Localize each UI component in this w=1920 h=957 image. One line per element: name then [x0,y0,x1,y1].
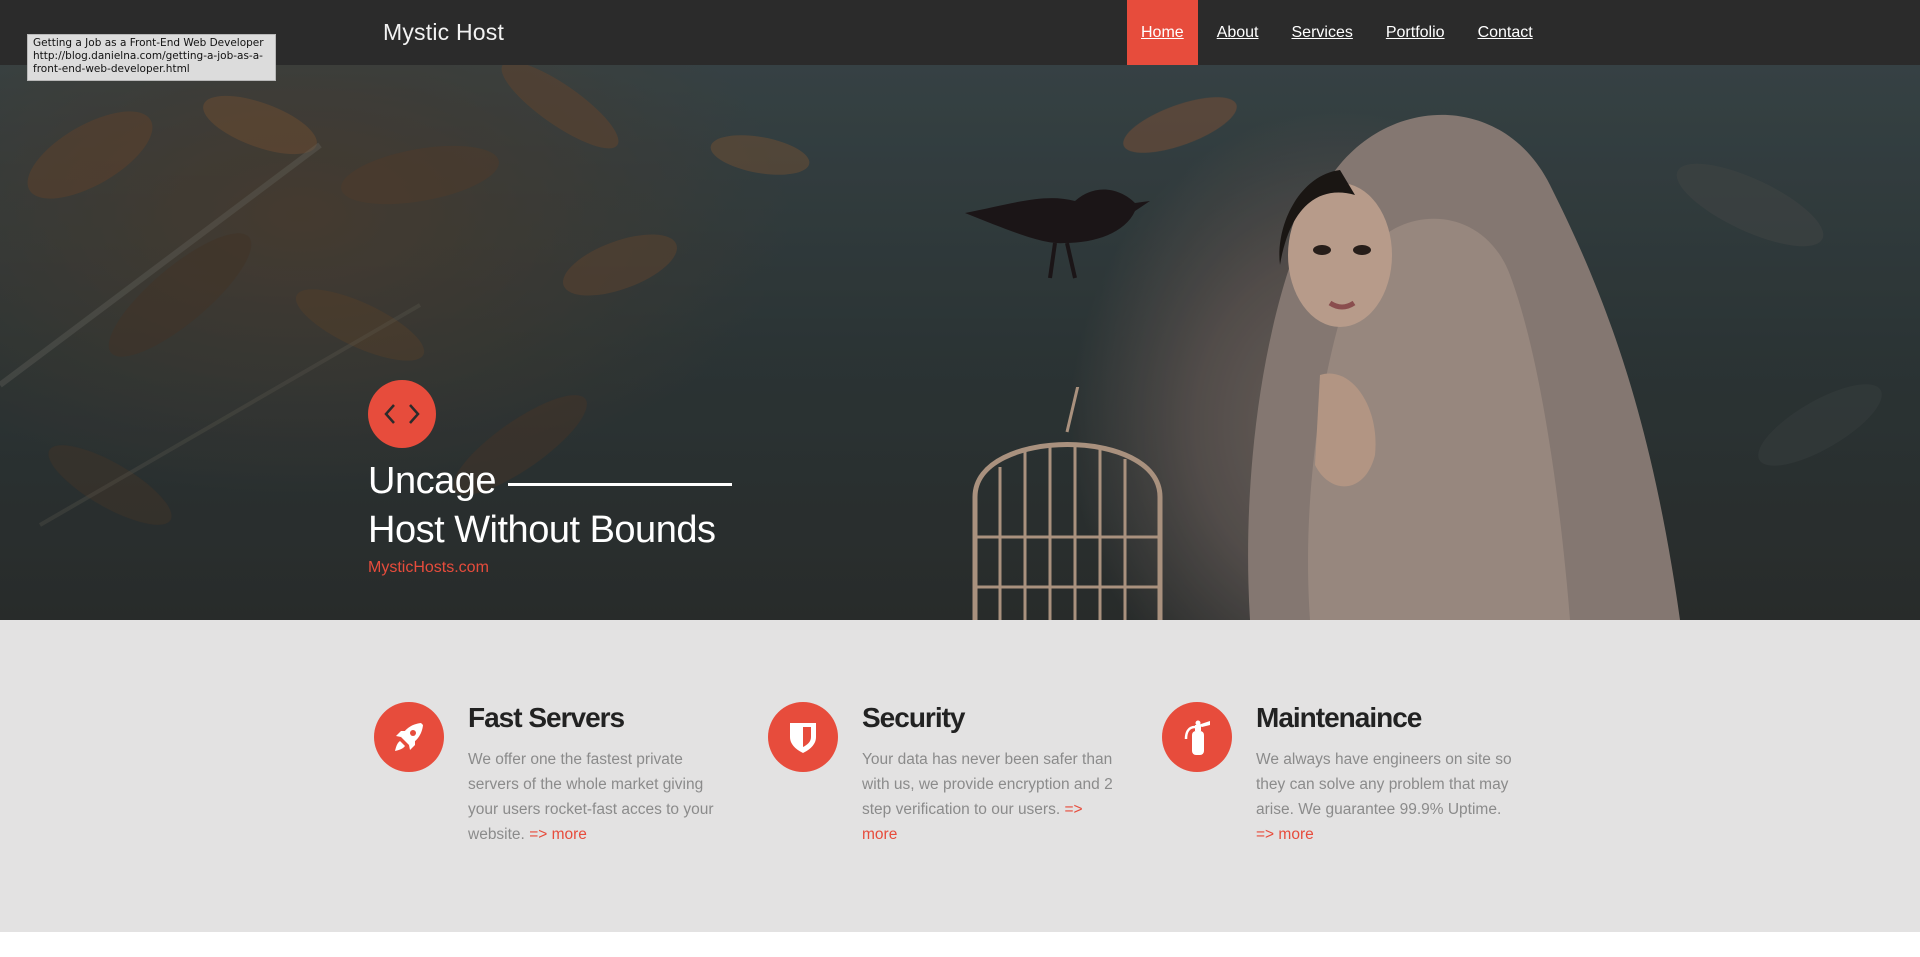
hero-heading-word: Uncage [368,460,496,502]
code-icon [368,380,436,448]
main-nav: Home About Services Portfolio Contact [1127,0,1552,65]
feature-description: We offer one the fastest private servers… [468,751,714,843]
more-link[interactable]: => more [529,826,587,843]
hero-divider [507,483,732,486]
hero-heading-line1: Uncage [368,460,732,503]
nav-about[interactable]: About [1203,0,1273,65]
tooltip-url-line2: front-end-web-developer.html [33,63,190,75]
tooltip-title: Getting a Job as a Front-End Web Develop… [33,37,264,49]
brand-logo[interactable]: Mystic Host [383,19,504,46]
shield-icon [768,702,838,772]
fire-extinguisher-icon [1162,702,1232,772]
hero-banner: Uncage Host Without Bounds MysticHosts.c… [0,65,1920,620]
feature-description: We always have engineers on site so they… [1256,751,1512,818]
tooltip-url-line1: http://blog.danielna.com/getting-a-job-a… [33,50,263,62]
hero-heading-line2: Host Without Bounds [368,509,716,551]
feature-text: We offer one the fastest private servers… [468,747,728,847]
hero-overlay [0,65,1920,620]
feature-title: Maintenaince [1256,702,1422,733]
hero-site-link[interactable]: MysticHosts.com [368,559,489,577]
feature-text: We always have engineers on site so they… [1256,747,1516,847]
nav-portfolio[interactable]: Portfolio [1372,0,1459,65]
navbar: Mystic Host Home About Services Portfoli… [0,0,1920,65]
page-footer-edge [0,932,1920,957]
more-link[interactable]: => more [1256,826,1314,843]
nav-services[interactable]: Services [1278,0,1367,65]
feature-text: Your data has never been safer than with… [862,747,1122,847]
features-section: Fast Servers We offer one the fastest pr… [0,620,1920,932]
feature-title: Security [862,702,965,733]
nav-contact[interactable]: Contact [1464,0,1547,65]
rocket-icon [374,702,444,772]
feature-title: Fast Servers [468,702,625,733]
nav-home[interactable]: Home [1127,0,1198,65]
link-tooltip: Getting a Job as a Front-End Web Develop… [27,34,276,81]
